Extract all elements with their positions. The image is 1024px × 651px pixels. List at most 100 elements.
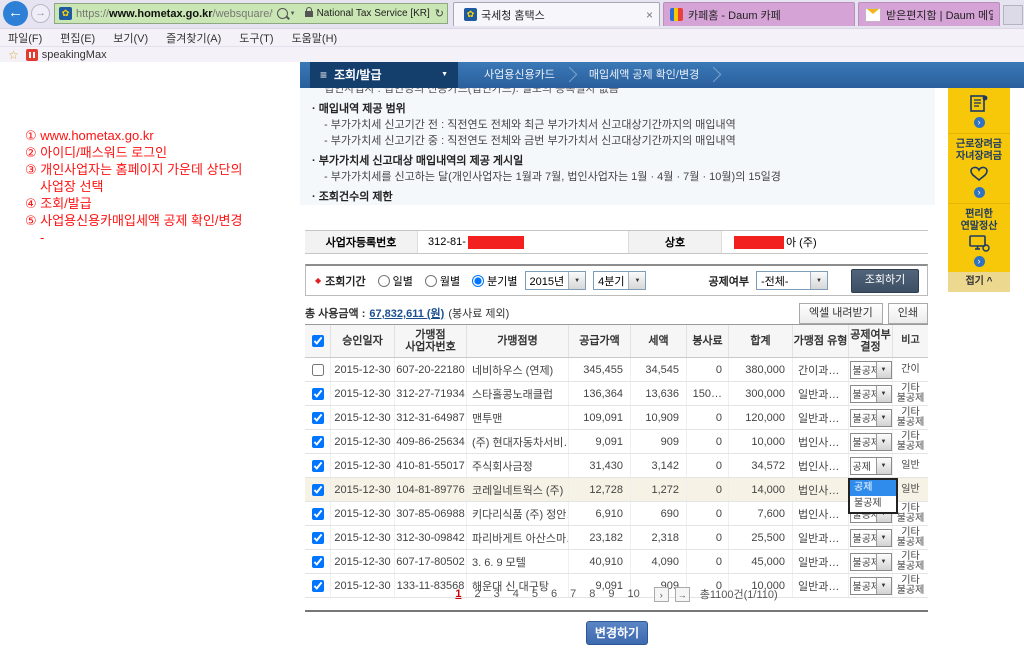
- tab-daum-mail[interactable]: 받은편지함 | Daum 메일: [858, 2, 1000, 26]
- year-select[interactable]: 2015년 ▼: [524, 271, 587, 290]
- merchant-biz-number: 607-17-80502: [395, 550, 467, 573]
- favorites-item-label[interactable]: speakingMax: [42, 49, 107, 61]
- deduction-select[interactable]: -전체- ▼: [755, 271, 828, 290]
- column-header: 공급가액: [569, 325, 631, 357]
- annotations: ① www.hometax.go.kr ② 아이디/패스워드 로그인 ③ 개인사업자…: [25, 127, 310, 246]
- deduction-select[interactable]: 불공제▼: [849, 432, 892, 451]
- radio-quarterly[interactable]: [472, 274, 485, 287]
- menu-item[interactable]: 도움말(H): [292, 30, 338, 46]
- radio-daily-label[interactable]: 일별: [393, 273, 413, 289]
- nav-menu-button[interactable]: ≡ 조회/발급 ▼: [310, 62, 458, 88]
- note: 기타 불공제: [896, 502, 925, 524]
- deduction-select[interactable]: 불공제▼: [849, 384, 892, 403]
- merchant-type: 법인사…: [793, 430, 849, 453]
- column-header: 봉사료: [687, 325, 729, 357]
- search-caret-icon[interactable]: ▼: [290, 11, 296, 17]
- last-page-button[interactable]: →: [674, 586, 690, 602]
- note: 기타 불공제: [896, 406, 925, 428]
- row-checkbox[interactable]: [311, 507, 324, 520]
- refresh-icon[interactable]: ↻: [435, 7, 444, 20]
- approval-date: 2015-12-30: [331, 478, 395, 501]
- tax-amount: 2,318: [631, 526, 687, 549]
- page-number[interactable]: 9: [608, 588, 614, 600]
- page-number[interactable]: 10: [627, 588, 639, 600]
- table-row: 2015-12-30 312-31-64987 맨투맨 109,091 10,909 0 1…: [305, 406, 928, 430]
- row-checkbox[interactable]: [311, 459, 324, 472]
- menu-item[interactable]: 편집(E): [60, 30, 95, 46]
- quarter-select[interactable]: 4분기 ▼: [593, 271, 647, 290]
- dropdown-option[interactable]: 공제: [850, 480, 896, 496]
- radio-monthly-label[interactable]: 월별: [440, 273, 460, 289]
- side-item-incentive[interactable]: 근로장려금 자녀장려금 ›: [948, 134, 1010, 204]
- notice-line: 조회건수의 제한: [312, 190, 927, 204]
- row-checkbox[interactable]: [311, 435, 324, 448]
- row-checkbox[interactable]: [311, 363, 324, 376]
- menu-item[interactable]: 즐겨찾기(A): [166, 30, 221, 46]
- deduction-select[interactable]: 공제 ▼: [849, 456, 892, 475]
- deduction-select[interactable]: 불공제▼: [849, 408, 892, 427]
- service-charge: 0: [687, 406, 729, 429]
- merchant-name: 코레일네트웍스 (주): [467, 478, 569, 501]
- excel-download-button[interactable]: 엑셀 내려받기: [798, 302, 883, 324]
- deduction-select[interactable]: 불공제▼: [849, 360, 892, 379]
- deduction-select[interactable]: 불공제▼: [849, 528, 892, 547]
- close-icon[interactable]: ×: [646, 8, 653, 22]
- breadcrumb-item-deduction[interactable]: 매입세액 공제 확인/변경: [575, 62, 719, 88]
- collapse-panel-button[interactable]: 접기 ^: [948, 272, 1010, 292]
- radio-monthly[interactable]: [424, 274, 437, 287]
- page-number[interactable]: 5: [532, 588, 538, 600]
- certificate-label[interactable]: National Tax Service [KR]: [317, 8, 430, 19]
- merchant-type: 일반과…: [793, 406, 849, 429]
- new-tab-button[interactable]: [1003, 5, 1023, 25]
- arrow-circle-icon[interactable]: ›: [973, 187, 985, 198]
- total-amount-value[interactable]: 67,832,611 (원): [369, 305, 444, 321]
- search-button[interactable]: 조회하기: [851, 268, 919, 293]
- page-number[interactable]: 8: [589, 588, 595, 600]
- tab-hometax[interactable]: ✿ 국세청 홈택스 ×: [453, 2, 660, 26]
- side-item-year-end[interactable]: 편리한 연말정산 ›: [948, 204, 1010, 272]
- favorites-star-icon[interactable]: ☆: [8, 48, 19, 62]
- page-number[interactable]: 7: [570, 588, 576, 600]
- page-number[interactable]: 1: [455, 588, 461, 600]
- side-item-report[interactable]: ›: [948, 88, 1010, 134]
- row-checkbox[interactable]: [311, 555, 324, 568]
- url-text[interactable]: https://www.hometax.go.kr/websquare/webs…: [76, 8, 273, 20]
- approval-date: 2015-12-30: [331, 502, 395, 525]
- row-checkbox[interactable]: [311, 531, 324, 544]
- deduction-select[interactable]: 불공제▼: [849, 552, 892, 571]
- page-number[interactable]: 4: [513, 588, 519, 600]
- radio-quarterly-label[interactable]: 분기별: [487, 273, 517, 289]
- row-checkbox[interactable]: [311, 483, 324, 496]
- total-amount: 14,000: [729, 478, 793, 501]
- page-number[interactable]: 3: [494, 588, 500, 600]
- dropdown-option[interactable]: 불공제: [850, 496, 896, 512]
- merchant-type: 법인사…: [793, 502, 849, 525]
- row-checkbox[interactable]: [311, 411, 324, 424]
- table-header: 승인일자 가맹점 사업자번호 가맹점명 공급가액 세액 봉사료 합계 가맹점 유형 공제여부 결정 비…: [305, 325, 928, 358]
- menu-item[interactable]: 도구(T): [239, 30, 273, 46]
- change-button[interactable]: 변경하기: [586, 621, 648, 645]
- service-charge: 0: [687, 478, 729, 501]
- arrow-circle-icon[interactable]: ›: [973, 256, 985, 267]
- merchant-biz-number: 104-81-89776: [395, 478, 467, 501]
- next-page-group-button[interactable]: ›: [653, 586, 669, 602]
- print-button[interactable]: 인쇄: [887, 302, 928, 324]
- radio-daily[interactable]: [377, 274, 390, 287]
- back-button[interactable]: ←: [3, 1, 28, 26]
- search-icon[interactable]: [276, 8, 288, 19]
- arrow-circle-icon[interactable]: ›: [973, 117, 985, 128]
- address-bar[interactable]: ✿ https://www.hometax.go.kr/websquare/we…: [54, 3, 448, 24]
- supply-amount: 23,182: [569, 526, 631, 549]
- service-charge: 0: [687, 454, 729, 477]
- menu-item[interactable]: 파일(F): [8, 30, 42, 46]
- row-checkbox[interactable]: [311, 387, 324, 400]
- notice-line: 부가가치세 신고기간 전 : 직전연도 전체와 최근 부가가치서 신고대상기간까…: [312, 118, 927, 132]
- select-all-checkbox[interactable]: [311, 335, 324, 347]
- forward-button[interactable]: →: [31, 4, 50, 23]
- breadcrumb-item-card[interactable]: 사업용신용카드: [470, 62, 575, 88]
- page-number[interactable]: 2: [474, 588, 480, 600]
- menu-item[interactable]: 보기(V): [113, 30, 148, 46]
- page-number[interactable]: 6: [551, 588, 557, 600]
- tab-daum-cafe[interactable]: 카페홈 - Daum 카페: [663, 2, 855, 26]
- favorites-bar: ☆ speakingMax: [0, 46, 1024, 62]
